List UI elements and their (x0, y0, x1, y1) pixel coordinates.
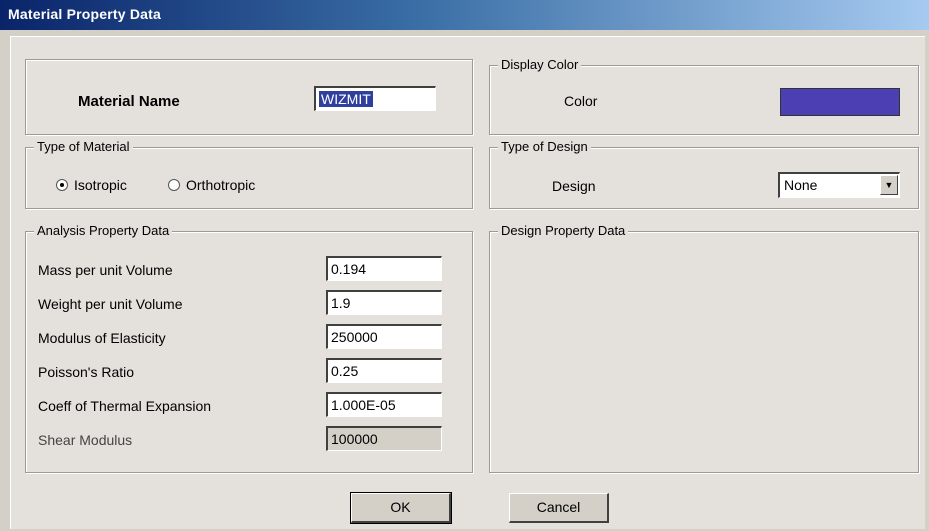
cancel-button[interactable]: Cancel (509, 493, 609, 523)
color-label: Color (564, 93, 598, 109)
weight-per-unit-volume-label: Weight per unit Volume (38, 296, 183, 312)
material-name-value: WIZMIT (319, 91, 373, 107)
chevron-down-icon[interactable]: ▼ (880, 175, 898, 195)
title-bar[interactable]: Material Property Data (0, 0, 929, 30)
window-title: Material Property Data (8, 6, 162, 22)
material-name-label: Material Name (78, 93, 180, 110)
type-of-design-group: Type of Design Design None ▼ (489, 139, 919, 209)
material-property-dialog: Material Property Data Material Name WIZ… (0, 0, 929, 531)
radio-isotropic-label: Isotropic (74, 177, 127, 193)
material-name-group: Material Name WIZMIT (25, 59, 473, 135)
radio-orthotropic[interactable]: Orthotropic (168, 176, 308, 196)
weight-per-unit-volume-input[interactable]: 1.9 (326, 290, 442, 315)
coeff-thermal-expansion-label: Coeff of Thermal Expansion (38, 398, 212, 414)
shear-modulus-label: Shear Modulus (38, 432, 133, 448)
dialog-body: Material Name WIZMIT Display Color Color… (10, 36, 925, 529)
color-swatch[interactable] (780, 88, 900, 116)
poissons-ratio-label: Poisson's Ratio (38, 364, 135, 380)
design-label: Design (552, 178, 596, 194)
ok-button[interactable]: OK (350, 492, 452, 524)
design-select[interactable]: None ▼ (778, 172, 900, 198)
display-color-group-label: Display Color (498, 57, 582, 72)
analysis-property-group: Analysis Property Data Mass per unit Vol… (25, 223, 473, 473)
type-of-material-group: Type of Material Isotropic Orthotropic (25, 139, 473, 209)
mass-per-unit-volume-input[interactable]: 0.194 (326, 256, 442, 281)
design-property-group-label: Design Property Data (498, 223, 629, 238)
type-of-design-group-label: Type of Design (498, 139, 591, 154)
display-color-group: Display Color Color (489, 57, 919, 135)
radio-isotropic[interactable]: Isotropic (56, 176, 176, 196)
radio-orthotropic-indicator (168, 179, 180, 191)
shear-modulus-input: 100000 (326, 426, 442, 451)
analysis-property-group-label: Analysis Property Data (34, 223, 173, 238)
design-property-group: Design Property Data (489, 223, 919, 473)
material-name-input[interactable]: WIZMIT (314, 86, 436, 111)
modulus-of-elasticity-label: Modulus of Elasticity (38, 330, 166, 346)
modulus-of-elasticity-input[interactable]: 250000 (326, 324, 442, 349)
radio-orthotropic-label: Orthotropic (186, 177, 256, 193)
design-select-value: None (784, 177, 818, 193)
type-of-material-group-label: Type of Material (34, 139, 133, 154)
poissons-ratio-input[interactable]: 0.25 (326, 358, 442, 383)
radio-isotropic-indicator (56, 179, 68, 191)
mass-per-unit-volume-label: Mass per unit Volume (38, 262, 173, 278)
coeff-thermal-expansion-input[interactable]: 1.000E-05 (326, 392, 442, 417)
